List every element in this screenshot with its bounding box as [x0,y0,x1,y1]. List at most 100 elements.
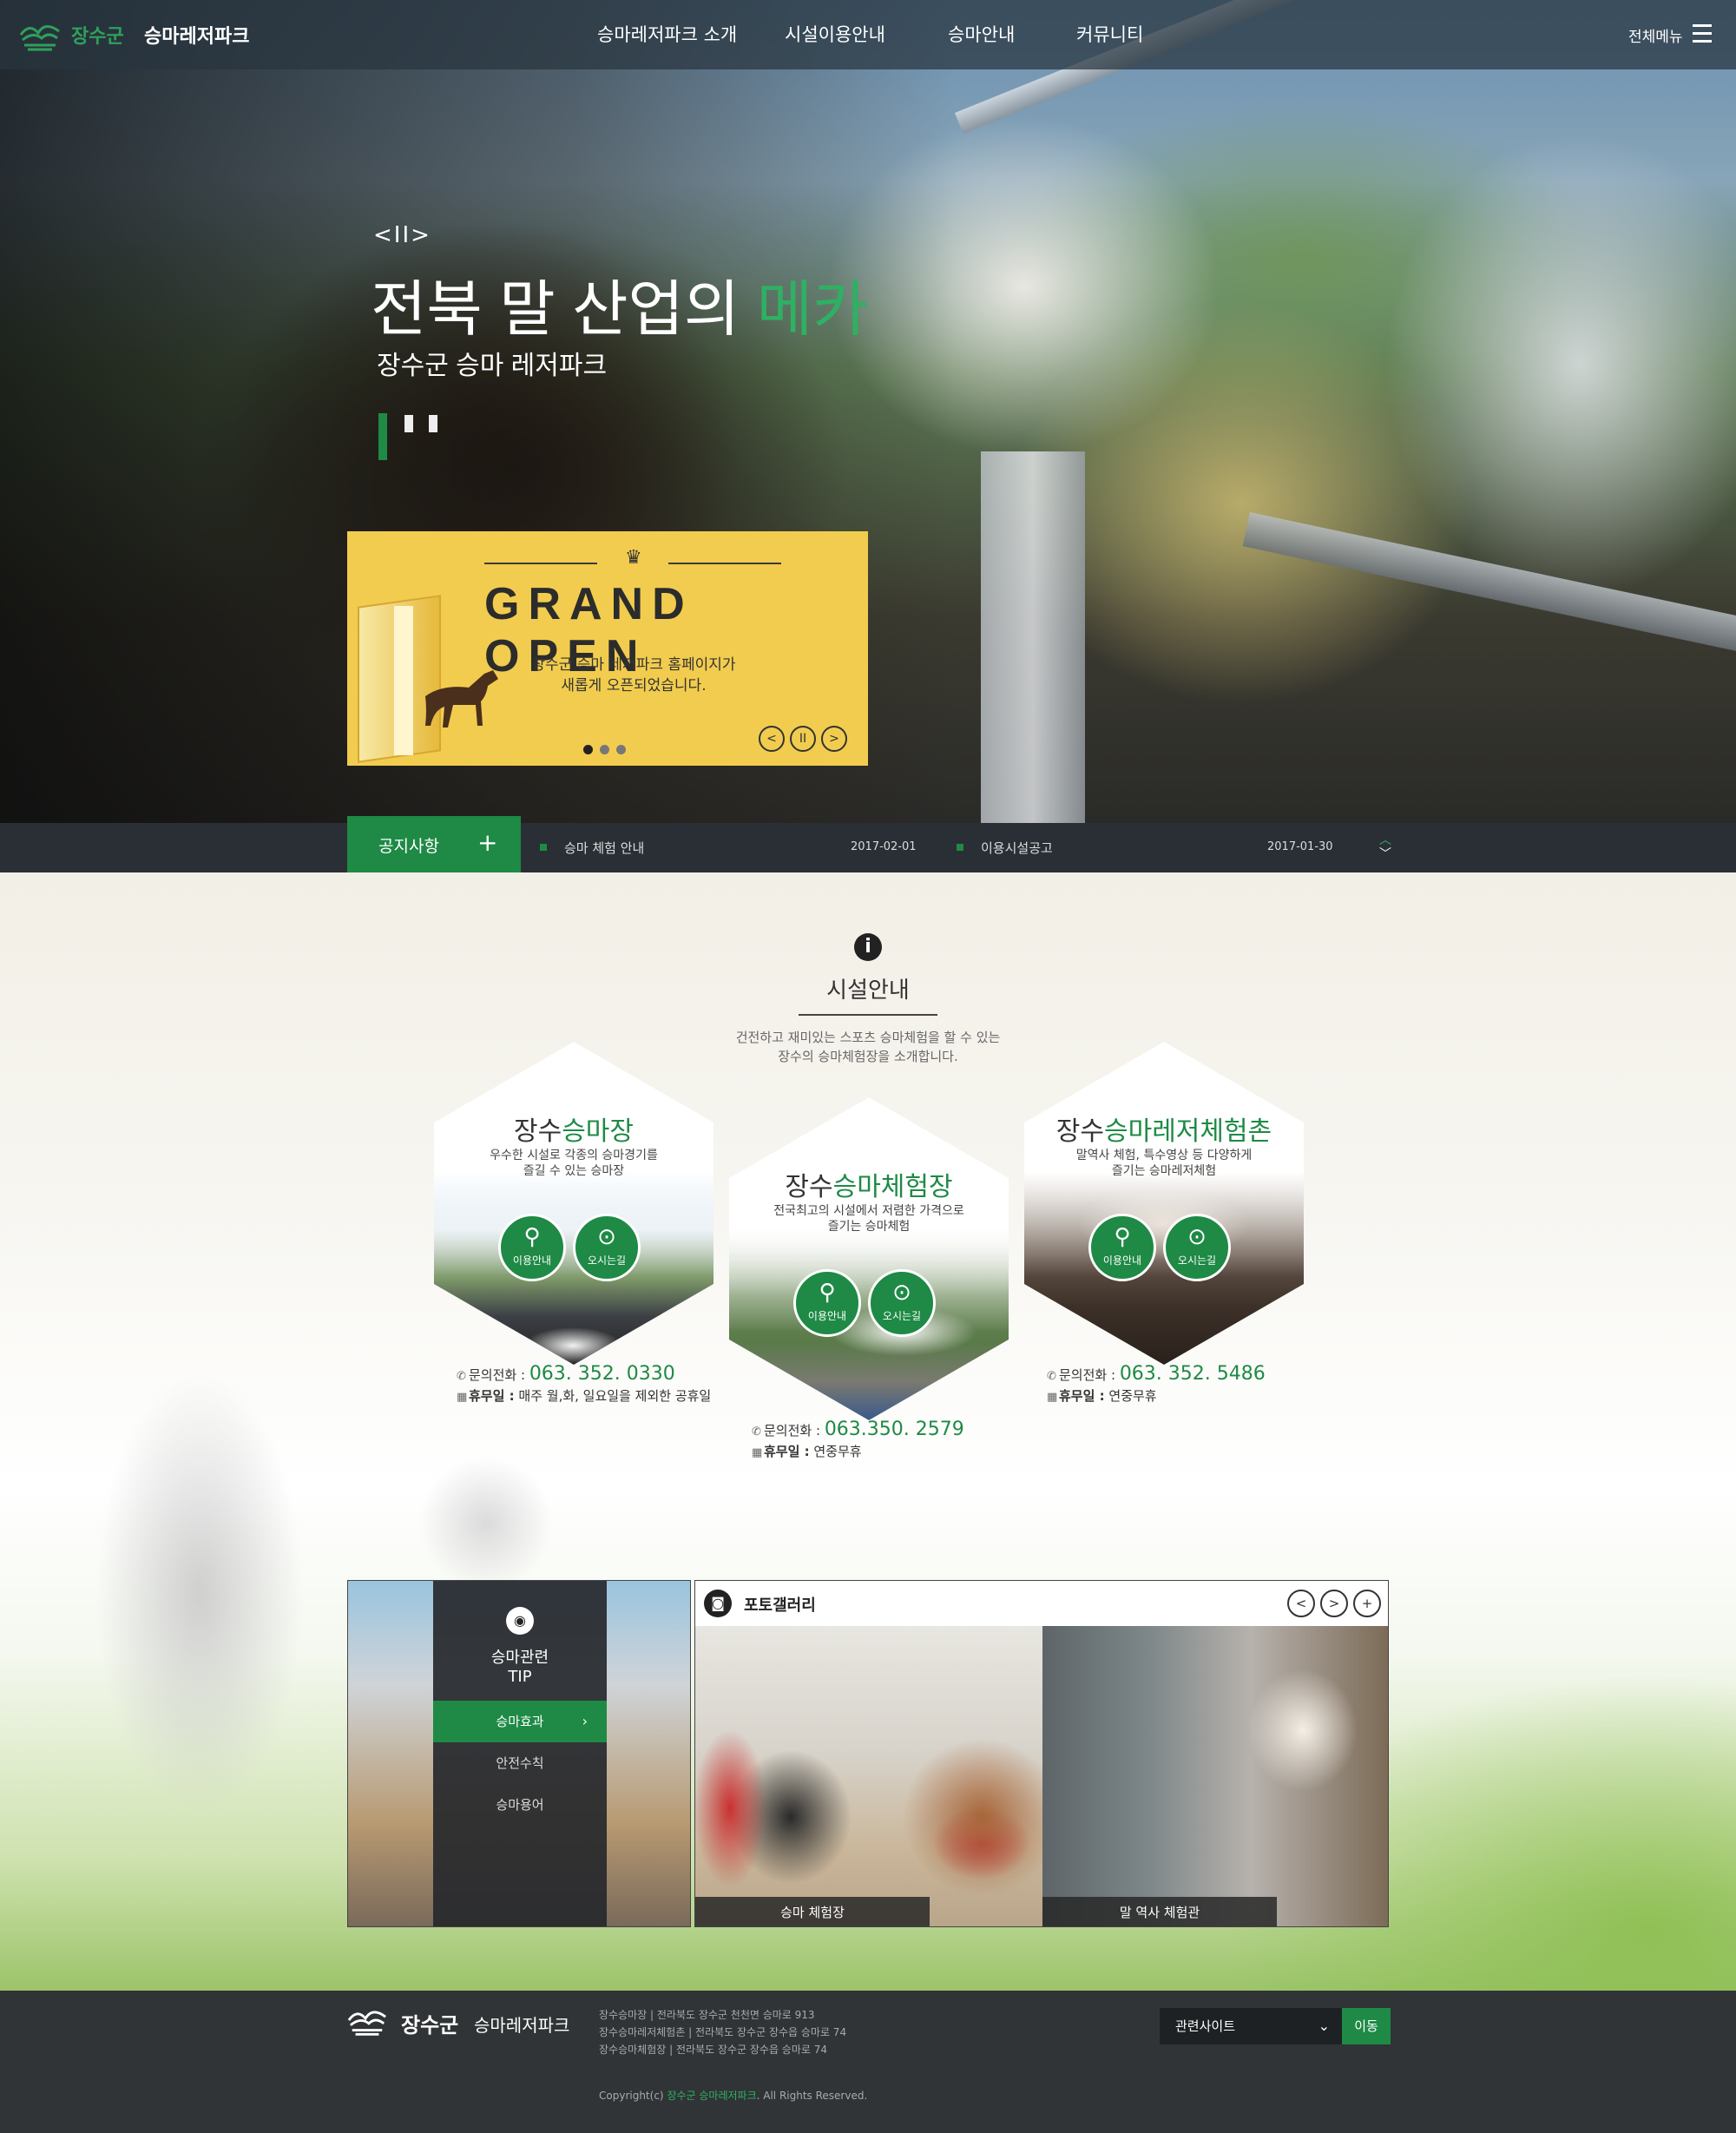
facility-title: 장수승마레저체험촌 [1024,1109,1304,1148]
usage-info-button[interactable]: ⚲ 이용안내 [1088,1214,1156,1281]
chevron-down-icon: ⌄ [1318,2018,1330,2034]
gallery-more-button[interactable]: + [1353,1590,1381,1617]
nav-item-intro[interactable]: 승마레저파크 소개 [597,21,737,47]
tip-title: 승마관련 TIP [433,1649,607,1687]
riding-tip-panel: ◉ 승마관련 TIP 승마효과 › 안전수칙 승마용어 [347,1580,691,1927]
gallery-prev-button[interactable]: < [1287,1590,1315,1617]
bullet-icon [540,844,547,851]
facility-title-name: 승마장 [562,1116,634,1147]
phone-number[interactable]: 063.350. 2579 [825,1419,964,1440]
chevron-down-icon[interactable]: ﹀ [1377,847,1394,861]
footer-address: 장수승마레저체험촌 | 전라북도 장수군 장수읍 승마로 74 [599,2026,847,2038]
tip-item-safety[interactable]: 안전수칙 [433,1742,607,1784]
directions-label: 오시는길 [882,1310,922,1322]
phone-number[interactable]: 063. 352. 5486 [1120,1363,1266,1385]
top-navigation: 장수군 승마레저파크 승마레저파크 소개 시설이용안내 승마안내 커뮤니티 전체… [0,0,1736,69]
facility-desc-line: 즐기는 승마체험 [827,1220,911,1234]
popup-dot-active[interactable] [583,745,593,754]
section-divider [799,1014,937,1016]
logo-icon[interactable] [347,2003,387,2038]
notice-scroll-arrows[interactable]: ︿ ﹀ [1377,833,1394,861]
gallery-photo-riding[interactable] [695,1626,1042,1926]
notice-tab[interactable]: 공지사항 + [347,816,521,872]
go-button[interactable]: 이동 [1342,2008,1391,2044]
facility-desc-line: 즐기는 승마레저체험 [1111,1164,1217,1178]
calendar-icon: ▦ [752,1446,763,1459]
gallery-next-button[interactable]: > [1320,1590,1348,1617]
facility-title-prefix: 장수 [513,1116,562,1147]
calendar-icon: ▦ [457,1391,468,1404]
search-icon: ⚲ [523,1224,541,1250]
directions-button[interactable]: ⊙ 오시는길 [1163,1214,1231,1281]
map-pin-icon: ⊙ [597,1224,616,1250]
tip-item-effect[interactable]: 승마효과 › [433,1701,607,1742]
grand-open-popup: ♛ GRAND OPEN 장수군 승마 레저파크 홈페이지가 새롭게 오픈되었습… [347,531,868,766]
holiday-value: 연중무휴 [1108,1388,1157,1404]
phone-label: 문의전화 : [764,1423,821,1438]
nav-item-community[interactable]: 커뮤니티 [1076,21,1143,47]
footer-address: 장수승마체험장 | 전라북도 장수군 장수읍 승마로 74 [599,2044,828,2056]
nav-item-riding[interactable]: 승마안내 [948,21,1015,47]
popup-prev-button[interactable]: < [759,726,785,752]
directions-label: 오시는길 [1177,1254,1217,1267]
related-sites-select[interactable]: 관련사이트 ⌄ [1160,2008,1342,2044]
slide-indicator[interactable] [429,415,437,432]
crown-icon: ♛ [625,547,642,569]
notice-item-date: 2017-02-01 [851,840,917,853]
chevron-up-icon[interactable]: ︿ [1377,833,1394,847]
footer-address: 장수승마장 | 전라북도 장수군 천천면 승마로 913 [599,2009,815,2021]
hamburger-icon[interactable] [1693,24,1712,43]
usage-info-button[interactable]: ⚲ 이용안내 [793,1269,861,1337]
tip-item-terms[interactable]: 승마용어 [433,1784,607,1826]
section-desc-line: 건전하고 재미있는 스포츠 승마체험을 할 수 있는 [735,1030,1001,1045]
nav-item-facility[interactable]: 시설이용안내 [785,21,885,47]
directions-button[interactable]: ⊙ 오시는길 [868,1269,936,1337]
all-menu-label[interactable]: 전체메뉴 [1628,24,1683,46]
tip-item-label: 승마용어 [496,1797,544,1813]
hero-title: 전북 말 산업의 메카 [371,260,869,348]
photo-fade [1024,1172,1304,1276]
popup-desc-line: 장수군 승마 레저파크 홈페이지가 [531,656,736,674]
logo-park-name[interactable]: 승마레저파크 [144,21,249,49]
notice-item-title[interactable]: 승마 체험 안내 [564,839,644,857]
facility-desc-line: 전국최고의 시설에서 저렴한 가격으로 [773,1204,964,1218]
facility-title-prefix: 장수 [785,1172,833,1202]
hero-banner [0,0,1736,823]
map-pin-icon: ⊙ [892,1280,911,1306]
footer: 장수군 승마레저파크 장수승마장 | 전라북도 장수군 천천면 승마로 913 … [0,1991,1736,2133]
notice-more-icon[interactable]: + [477,828,497,857]
logo-icon[interactable] [19,17,61,52]
phone-number[interactable]: 063. 352. 0330 [529,1363,675,1385]
slide-indicator-active[interactable] [378,413,387,460]
usage-info-label: 이용안내 [1102,1254,1142,1267]
popup-pause-button[interactable]: II [790,726,816,752]
gallery-caption: 말 역사 체험관 [1042,1897,1277,1926]
hero-title-accent: 메카 [756,275,869,343]
slide-indicator[interactable] [404,415,413,432]
copyright-prefix: Copyright(c) [599,2090,664,2102]
phone-icon: ✆ [1047,1370,1056,1383]
notice-item-title[interactable]: 이용시설공고 [981,839,1053,857]
popup-dot[interactable] [600,745,609,754]
footer-addresses: 장수승마장 | 전라북도 장수군 천천면 승마로 913 장수승마레저체험촌 |… [599,2006,846,2058]
facility-description: 우수한 시설로 각종의 승마경기를 즐길 수 있는 승마장 [469,1148,679,1179]
facility-title-name: 승마레저체험촌 [1104,1116,1272,1147]
tip-item-label: 승마효과 [496,1714,544,1729]
logo-brand[interactable]: 장수군 [71,21,124,49]
popup-desc-line: 새롭게 오픈되었습니다. [561,677,707,695]
slide-controls[interactable]: <II> [373,222,431,248]
hero-subtitle: 장수군 승마 레저파크 [377,352,608,380]
popup-dot[interactable] [616,745,626,754]
hero-title-main: 전북 말 산업의 [371,275,740,343]
holiday-label: 휴무일 : [764,1444,810,1459]
fence-rail [1242,512,1736,673]
gallery-photo-history[interactable] [1042,1626,1388,1926]
search-icon: ⚲ [819,1280,836,1306]
divider [484,563,597,564]
directions-button[interactable]: ⊙ 오시는길 [573,1214,641,1281]
usage-info-button[interactable]: ⚲ 이용안내 [498,1214,566,1281]
popup-next-button[interactable]: > [821,726,847,752]
copyright-name: 장수군 승마레저파크 [667,2090,757,2102]
popup-description: 장수군 승마 레저파크 홈페이지가 새롭게 오픈되었습니다. [503,655,764,696]
notice-item-date: 2017-01-30 [1267,840,1333,853]
